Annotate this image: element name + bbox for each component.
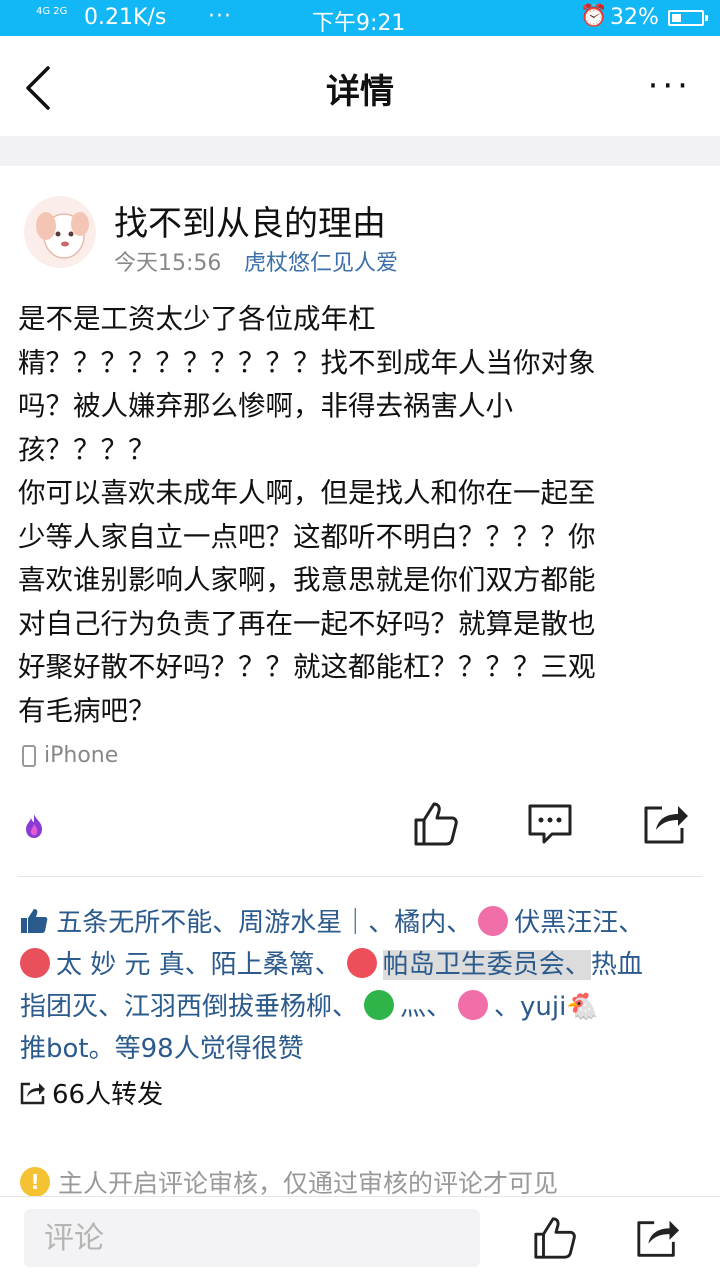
forward-icon	[20, 1082, 45, 1104]
liker-names[interactable]: 指团灭、江羽西倒拔垂杨柳、	[20, 992, 358, 1022]
comment-icon[interactable]	[526, 800, 574, 848]
star-badge-icon	[458, 990, 489, 1020]
post-content: 是不是工资太少了各位成年杠 精？？？？？？？？？？找不到成年人当你对象 吗？被人…	[18, 298, 702, 733]
nav-bar: 详情 ···	[0, 36, 720, 136]
share-icon[interactable]	[642, 800, 690, 848]
device-info: iPhone	[22, 743, 118, 768]
page-title: 详情	[326, 72, 394, 112]
content-line: 孩？？？？	[18, 433, 156, 466]
liker-names[interactable]: 、yuji	[494, 992, 566, 1022]
content-line: 少等人家自立一点吧？这都听不明白？？？？你	[18, 520, 596, 553]
flower-badge-icon	[346, 948, 377, 978]
post-time: 今天15:56	[114, 251, 222, 276]
content-line: 是不是工资太少了各位成年杠	[18, 303, 376, 335]
device-name: iPhone	[44, 743, 119, 768]
warning-icon: !	[20, 1167, 50, 1197]
content-line: 喜欢谁别影响人家啊，我意思就是你们双方都能	[18, 564, 596, 596]
battery-percent: 32%	[610, 5, 659, 30]
liker-names[interactable]: 五条无所不能、周游水星｜、橘内、	[56, 908, 472, 938]
dog-avatar-image	[36, 212, 89, 259]
review-notice: ! 主人开启评论审核，仅通过审核的评论才可见	[20, 1164, 558, 1200]
more-icon[interactable]: ···	[648, 66, 692, 106]
liker-names[interactable]: 推bot。等98人觉得很赞	[20, 1034, 304, 1064]
share-icon[interactable]	[634, 1215, 682, 1261]
like-icon[interactable]	[412, 800, 460, 848]
liker-names[interactable]: 灬、	[400, 992, 452, 1022]
likes-list: 五条无所不能、周游水星｜、橘内、 伏黑汪汪、 太 妙 元 真、陌上桑篱、 帕岛卫生委…	[20, 902, 704, 1070]
bottom-bar	[0, 1196, 720, 1281]
battery-icon	[668, 10, 708, 26]
content-line: 好聚好散不好吗？？？就这都能杠？？？？三观	[18, 651, 596, 683]
content-line: 有毛病吧？	[18, 694, 156, 727]
notice-text: 主人开启评论审核，仅通过审核的评论才可见	[58, 1169, 559, 1198]
status-bar: 4G 2G 0.21K/s ··· 下午9:21 ⏰ 32%	[0, 0, 720, 36]
clover-badge-icon	[364, 990, 395, 1020]
liker-name-highlighted[interactable]: 帕岛卫生委员会、	[382, 950, 591, 980]
forward-label: 66人转发	[52, 1080, 164, 1110]
like-filled-icon	[21, 909, 48, 933]
network-speed: 0.21K/s	[84, 5, 167, 30]
star-badge-icon	[478, 906, 509, 936]
signal-icon: 4G 2G	[36, 6, 68, 17]
like-icon[interactable]	[532, 1215, 578, 1261]
content-line: 精？？？？？？？？？？找不到成年人当你对象	[18, 346, 596, 379]
liker-names[interactable]: 太 妙 元 真、陌上桑篱、	[56, 950, 341, 980]
chicken-icon: 🐔	[566, 992, 599, 1022]
post-tag-link[interactable]: 虎杖悠仁见人爱	[244, 245, 398, 277]
clock: 下午9:21	[312, 11, 406, 36]
content-line: 吗？被人嫌弃那么惨啊，非得去祸害人小	[18, 390, 513, 422]
phone-icon	[22, 744, 36, 767]
liker-names[interactable]: 伏黑汪汪、	[514, 908, 644, 938]
content-line: 对自己行为负责了再在一起不好吗？就算是散也	[18, 607, 596, 640]
flower-badge-icon	[20, 948, 50, 978]
content-line: 你可以喜欢未成年人啊，但是找人和你在一起至	[18, 477, 596, 509]
avatar[interactable]	[24, 196, 96, 268]
section-divider	[0, 136, 720, 166]
comment-input[interactable]	[24, 1209, 480, 1267]
alarm-icon: ⏰	[580, 4, 608, 29]
divider	[18, 876, 702, 877]
forward-count[interactable]: 66人转发	[20, 1074, 163, 1111]
status-more-icon: ···	[208, 4, 232, 29]
username[interactable]: 找不到从良的理由	[114, 196, 386, 245]
flame-badge-icon	[26, 814, 42, 838]
liker-names[interactable]: 热血	[591, 950, 643, 980]
